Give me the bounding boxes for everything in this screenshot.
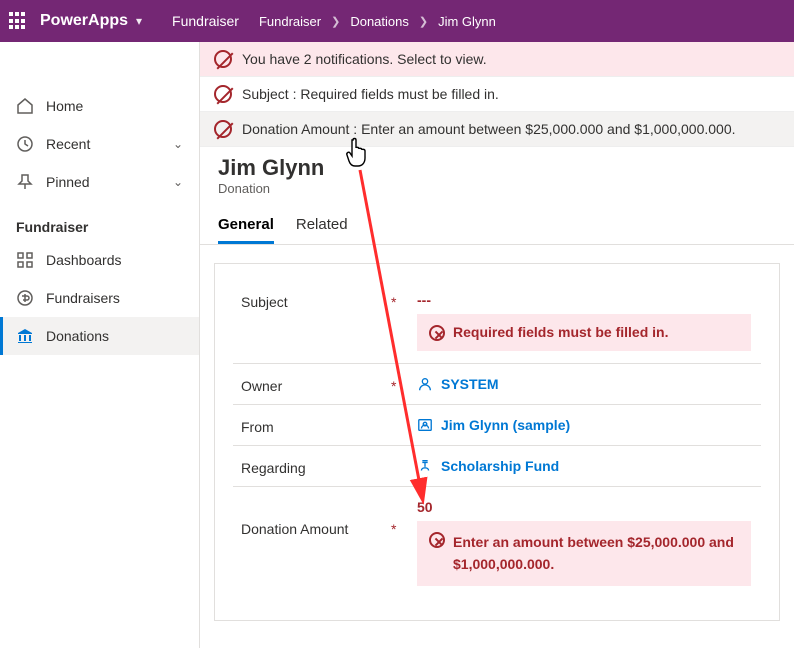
fund-icon	[417, 458, 433, 474]
field-subject[interactable]: Subject * --- Required fields must be fi…	[233, 280, 761, 364]
field-error: Required fields must be filled in.	[417, 314, 751, 351]
field-value[interactable]: SYSTEM	[417, 376, 751, 392]
error-icon	[214, 120, 232, 138]
home-icon	[16, 97, 34, 115]
tab-related[interactable]: Related	[296, 216, 348, 244]
notification-summary[interactable]: You have 2 notifications. Select to view…	[200, 42, 794, 77]
field-label: From	[241, 411, 391, 435]
field-label: Regarding	[241, 452, 391, 476]
chevron-down-icon: ⌄	[173, 175, 183, 189]
tab-general[interactable]: General	[218, 216, 274, 244]
notification-text: Subject : Required fields must be filled…	[242, 86, 499, 102]
pin-icon	[16, 173, 34, 191]
record-header: Jim Glynn Donation	[200, 147, 794, 202]
form-body: Subject * --- Required fields must be fi…	[214, 263, 780, 621]
breadcrumb-item[interactable]: Donations	[350, 14, 409, 29]
nav-label: Dashboards	[46, 252, 122, 268]
required-marker: *	[391, 370, 411, 394]
notification-item[interactable]: Subject : Required fields must be filled…	[200, 77, 794, 112]
nav-item-donations[interactable]: Donations	[0, 317, 199, 355]
field-regarding[interactable]: Regarding Scholarship Fund	[233, 446, 761, 487]
bank-icon	[16, 327, 34, 345]
error-text: Enter an amount between $25,000.000 and …	[453, 531, 739, 576]
breadcrumb: Fundraiser ❯ Donations ❯ Jim Glynn	[259, 14, 496, 29]
nav-item-home[interactable]: Home	[0, 87, 199, 125]
field-value[interactable]: Jim Glynn (sample)	[417, 417, 751, 433]
app-header: PowerApps ▾ Fundraiser Fundraiser ❯ Dona…	[0, 0, 794, 42]
nav-label: Donations	[46, 328, 109, 344]
nav-item-dashboards[interactable]: Dashboards	[0, 241, 199, 279]
error-icon	[429, 325, 445, 341]
chevron-right-icon: ❯	[331, 15, 340, 28]
chevron-down-icon[interactable]: ▾	[136, 14, 142, 28]
nav-label: Recent	[46, 136, 90, 152]
field-value[interactable]: 50	[417, 499, 433, 515]
breadcrumb-item[interactable]: Jim Glynn	[438, 14, 496, 29]
nav-label: Fundraisers	[46, 290, 120, 306]
required-marker: *	[391, 286, 411, 310]
breadcrumb-item[interactable]: Fundraiser	[259, 14, 321, 29]
field-value[interactable]: ---	[417, 292, 431, 308]
clock-icon	[16, 135, 34, 153]
required-marker: *	[391, 493, 411, 537]
form-tabs: General Related	[200, 202, 794, 245]
record-title: Jim Glynn	[218, 155, 776, 181]
notification-text: Donation Amount : Enter an amount betwee…	[242, 121, 736, 137]
main-content: You have 2 notifications. Select to view…	[200, 42, 794, 648]
field-label: Subject	[241, 286, 391, 310]
chevron-right-icon: ❯	[419, 15, 428, 28]
chevron-down-icon: ⌄	[173, 137, 183, 151]
error-icon	[214, 50, 232, 68]
nav-label: Home	[46, 98, 83, 114]
nav-section-header: Fundraiser	[0, 201, 199, 241]
area-name[interactable]: Fundraiser	[172, 13, 239, 29]
field-value[interactable]: Scholarship Fund	[417, 458, 751, 474]
money-icon	[16, 289, 34, 307]
error-text: Required fields must be filled in.	[453, 324, 668, 340]
field-donation-amount[interactable]: Donation Amount * 50 Enter an amount bet…	[233, 487, 761, 598]
field-from[interactable]: From Jim Glynn (sample)	[233, 405, 761, 446]
field-label: Donation Amount	[241, 493, 391, 537]
record-type-label: Donation	[218, 181, 776, 196]
contact-icon	[417, 417, 433, 433]
nav-item-recent[interactable]: Recent ⌄	[0, 125, 199, 163]
nav-collapse-button[interactable]	[0, 42, 199, 87]
notification-text: You have 2 notifications. Select to view…	[242, 51, 487, 67]
nav-item-fundraisers[interactable]: Fundraisers	[0, 279, 199, 317]
nav-label: Pinned	[46, 174, 90, 190]
dashboard-icon	[16, 251, 34, 269]
app-name: PowerApps	[40, 12, 128, 30]
error-icon	[429, 532, 445, 548]
site-nav: Home Recent ⌄ Pinned ⌄ Fundraiser Dashbo…	[0, 42, 200, 648]
field-error: Enter an amount between $25,000.000 and …	[417, 521, 751, 586]
person-icon	[417, 376, 433, 392]
notification-item[interactable]: Donation Amount : Enter an amount betwee…	[200, 112, 794, 147]
nav-item-pinned[interactable]: Pinned ⌄	[0, 163, 199, 201]
app-launcher-icon[interactable]	[8, 11, 28, 31]
field-label: Owner	[241, 370, 391, 394]
error-icon	[214, 85, 232, 103]
field-owner[interactable]: Owner * SYSTEM	[233, 364, 761, 405]
